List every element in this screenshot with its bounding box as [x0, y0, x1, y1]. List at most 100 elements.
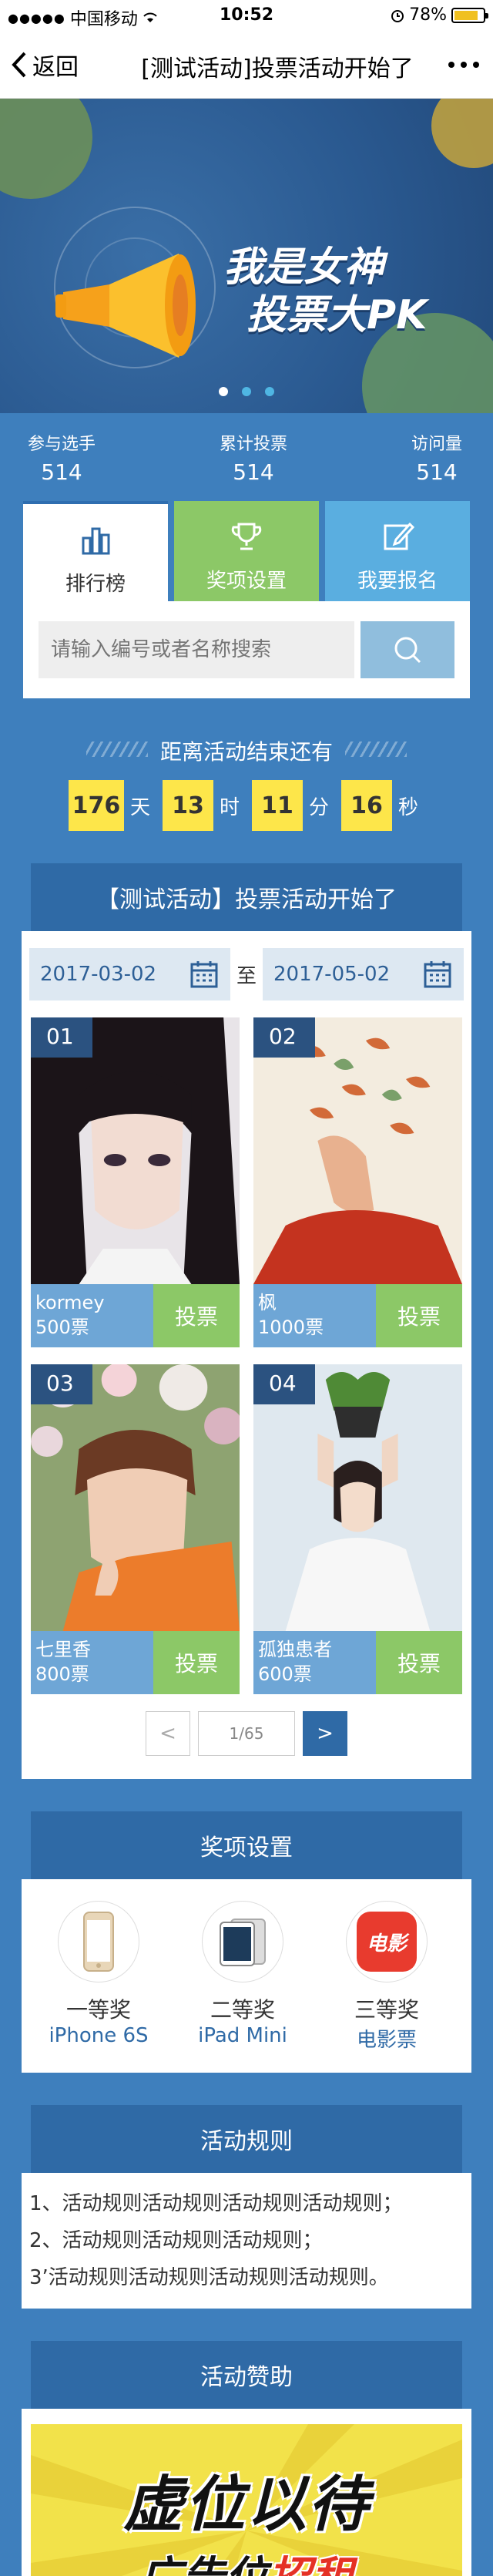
contestant-number: 04: [253, 1364, 315, 1404]
status-bar: ●●●●● 中国移动 10:52 78%: [0, 0, 493, 31]
more-dot-icon: [448, 62, 454, 68]
countdown-days: 176: [68, 780, 124, 831]
prev-page-button[interactable]: <: [146, 1711, 190, 1756]
vote-button[interactable]: 投票: [153, 1284, 240, 1347]
ad-subline: 广告位招租: [123, 2543, 370, 2576]
contestant-name: 七里香: [35, 1639, 91, 1660]
contestant-name: 孤独患者: [258, 1639, 332, 1660]
end-date: 2017-05-02: [273, 963, 391, 986]
ipad-image: [202, 1901, 283, 1982]
next-page-button[interactable]: >: [303, 1711, 347, 1756]
carousel-dot[interactable]: [242, 387, 251, 396]
activity-title: 【测试活动】投票活动开始了: [31, 863, 462, 931]
contestant-votes: 600票: [258, 1663, 312, 1685]
back-button[interactable]: 返回: [9, 48, 79, 82]
search-button[interactable]: [361, 621, 454, 678]
start-date-field[interactable]: 2017-03-02: [29, 948, 230, 1000]
contestant-votes: 500票: [35, 1317, 89, 1338]
contestant-card[interactable]: 01 kormey 500票 投票: [31, 1017, 240, 1347]
prize-item[interactable]: 一等奖 iPhone 6S: [37, 1901, 160, 2053]
decor-stripes: [86, 742, 148, 757]
back-label: 返回: [32, 54, 79, 81]
more-dot-icon: [473, 62, 479, 68]
rules-section: 活动规则 1、活动规则活动规则活动规则活动规则； 2、活动规则活动规则活动规则；…: [0, 2105, 493, 2309]
contestant-info: 七里香 800票: [31, 1631, 153, 1694]
more-button[interactable]: [448, 62, 479, 68]
rule-line: 1、活动规则活动规则活动规则活动规则；: [29, 2192, 403, 2215]
stat-value: 514: [233, 459, 274, 485]
contestant-grid: 01 kormey 500票 投票 02 枫 1000票 投票 03 七里香 8…: [22, 1000, 471, 1694]
contestant-votes: 1000票: [258, 1317, 324, 1338]
ad-subline-b: 招租: [268, 2553, 354, 2576]
banner-headline: 我是女神 投票大PK: [223, 244, 427, 339]
start-date: 2017-03-02: [40, 963, 157, 986]
contestant-photo[interactable]: 02: [253, 1017, 462, 1284]
countdown-unit: 时: [219, 795, 240, 819]
prize-item[interactable]: 二等奖 iPad Mini: [181, 1901, 304, 2053]
countdown-minutes: 11: [252, 780, 303, 831]
banner-headline-line1: 我是女神: [223, 244, 384, 291]
ad-headline: 虚位以待: [122, 2470, 370, 2540]
end-date-field[interactable]: 2017-05-02: [263, 948, 464, 1000]
calendar-icon: [190, 961, 218, 988]
contestant-photo[interactable]: 04: [253, 1364, 462, 1631]
tab-signup[interactable]: 我要报名: [325, 501, 470, 601]
activity-section: 【测试活动】投票活动开始了 2017-03-02 至 2017-05-02 01…: [0, 863, 493, 1779]
contestant-info: 枫 1000票: [253, 1284, 376, 1347]
prizes-section: 奖项设置 一等奖 iPhone 6S 二等奖 iPad Mini 电影 三等奖 …: [0, 1811, 493, 2073]
contestant-number: 01: [31, 1017, 92, 1058]
ad-banner[interactable]: 虚位以待 广告位招租: [31, 2424, 462, 2576]
vote-button[interactable]: 投票: [376, 1284, 462, 1347]
rules-panel: 1、活动规则活动规则活动规则活动规则； 2、活动规则活动规则活动规则； 3’活动…: [22, 2173, 471, 2309]
contestant-name: kormey: [35, 1292, 105, 1313]
countdown-title: 距离活动结束还有: [0, 735, 493, 766]
stat-value: 514: [416, 459, 458, 485]
prize-item[interactable]: 电影 三等奖 电影票: [325, 1901, 448, 2053]
contestant-card[interactable]: 04 孤独患者 600票 投票: [253, 1364, 462, 1694]
contestant-name: 枫: [258, 1292, 277, 1313]
activity-panel: 2017-03-02 至 2017-05-02 01 kormey 500票 投…: [22, 931, 471, 1779]
contestant-photo[interactable]: 03: [31, 1364, 240, 1631]
contestant-info: 孤独患者 600票: [253, 1631, 376, 1694]
carousel-dot[interactable]: [219, 387, 228, 396]
tab-prizes[interactable]: 奖项设置: [174, 501, 319, 601]
contestant-photo[interactable]: 01: [31, 1017, 240, 1284]
navbar: 返回 [测试活动]投票活动开始了: [0, 31, 493, 99]
countdown-unit: 分: [309, 795, 330, 819]
prize-rank: 一等奖: [65, 1997, 131, 2023]
carousel-dot[interactable]: [265, 387, 274, 396]
search-bar: [23, 601, 470, 698]
prizes-title: 奖项设置: [31, 1811, 462, 1879]
countdown-timer: 176 天 13 时 11 分 16 秒: [0, 780, 493, 831]
decor-circle: [431, 99, 493, 168]
tab-ranking[interactable]: 排行榜: [23, 501, 168, 601]
tab-label: 我要报名: [357, 570, 438, 593]
movie-logo-text: 电影: [357, 1912, 417, 1972]
prize-rank: 三等奖: [354, 1997, 419, 2023]
stat-visits: 访问量 514: [411, 430, 462, 490]
vote-button[interactable]: 投票: [376, 1631, 462, 1694]
contestant-info: kormey 500票: [31, 1284, 153, 1347]
countdown-title-text: 距离活动结束还有: [159, 739, 333, 765]
trophy-icon: [231, 523, 262, 550]
prize-rank: 二等奖: [210, 1997, 275, 2023]
search-input[interactable]: [39, 621, 354, 678]
contestant-card[interactable]: 02 枫 1000票 投票: [253, 1017, 462, 1347]
countdown-unit: 秒: [398, 795, 419, 819]
countdown-unit: 天: [129, 795, 150, 819]
contestant-votes: 800票: [35, 1663, 89, 1685]
prize-name: iPad Mini: [198, 2024, 287, 2047]
prizes-panel: 一等奖 iPhone 6S 二等奖 iPad Mini 电影 三等奖 电影票: [22, 1879, 471, 2073]
calendar-icon: [424, 961, 451, 988]
stat-label: 参与选手: [28, 435, 96, 454]
search-icon: [394, 637, 421, 664]
rule-line: 3’活动规则活动规则活动规则活动规则。: [29, 2266, 389, 2289]
prize-name: iPhone 6S: [49, 2024, 149, 2047]
pagination: < 1/65 >: [22, 1694, 471, 1779]
vote-button[interactable]: 投票: [153, 1631, 240, 1694]
decor-circle: [0, 99, 92, 199]
contestant-card[interactable]: 03 七里香 800票 投票: [31, 1364, 240, 1694]
banner[interactable]: 我是女神 投票大PK: [0, 99, 493, 413]
stats-row: 参与选手 514 累计投票 514 访问量 514: [0, 413, 493, 490]
ad-subline-a: 广告位: [139, 2553, 268, 2576]
